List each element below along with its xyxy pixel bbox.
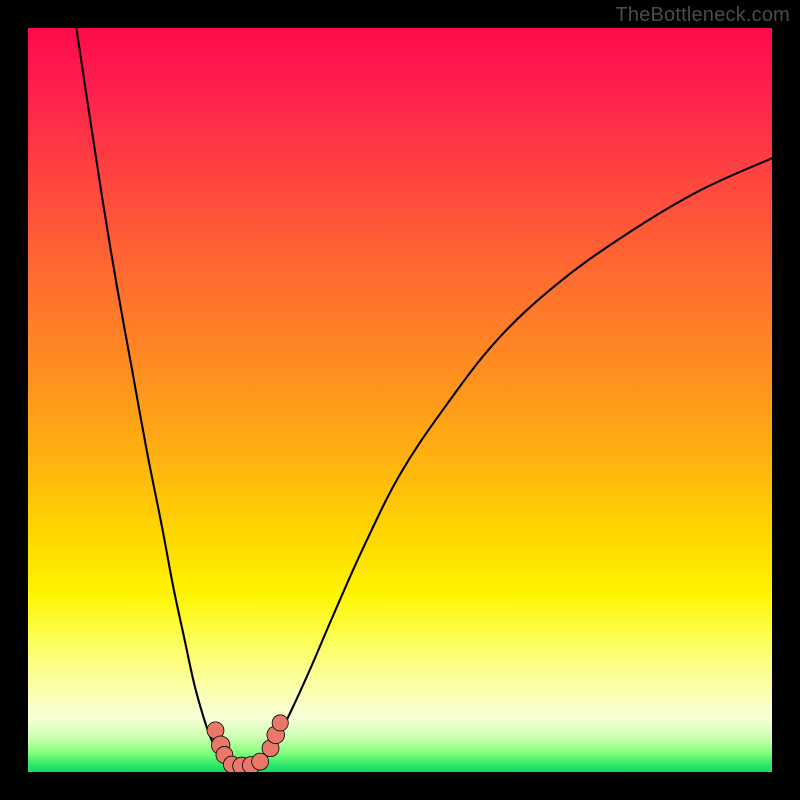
marker-group xyxy=(207,715,288,772)
chart-frame: TheBottleneck.com xyxy=(0,0,800,800)
right-curve xyxy=(266,158,772,755)
left-curve xyxy=(76,28,221,759)
marker-bead xyxy=(272,715,288,731)
plot-area xyxy=(28,28,772,772)
watermark-text: TheBottleneck.com xyxy=(615,4,790,27)
curve-layer xyxy=(28,28,772,772)
